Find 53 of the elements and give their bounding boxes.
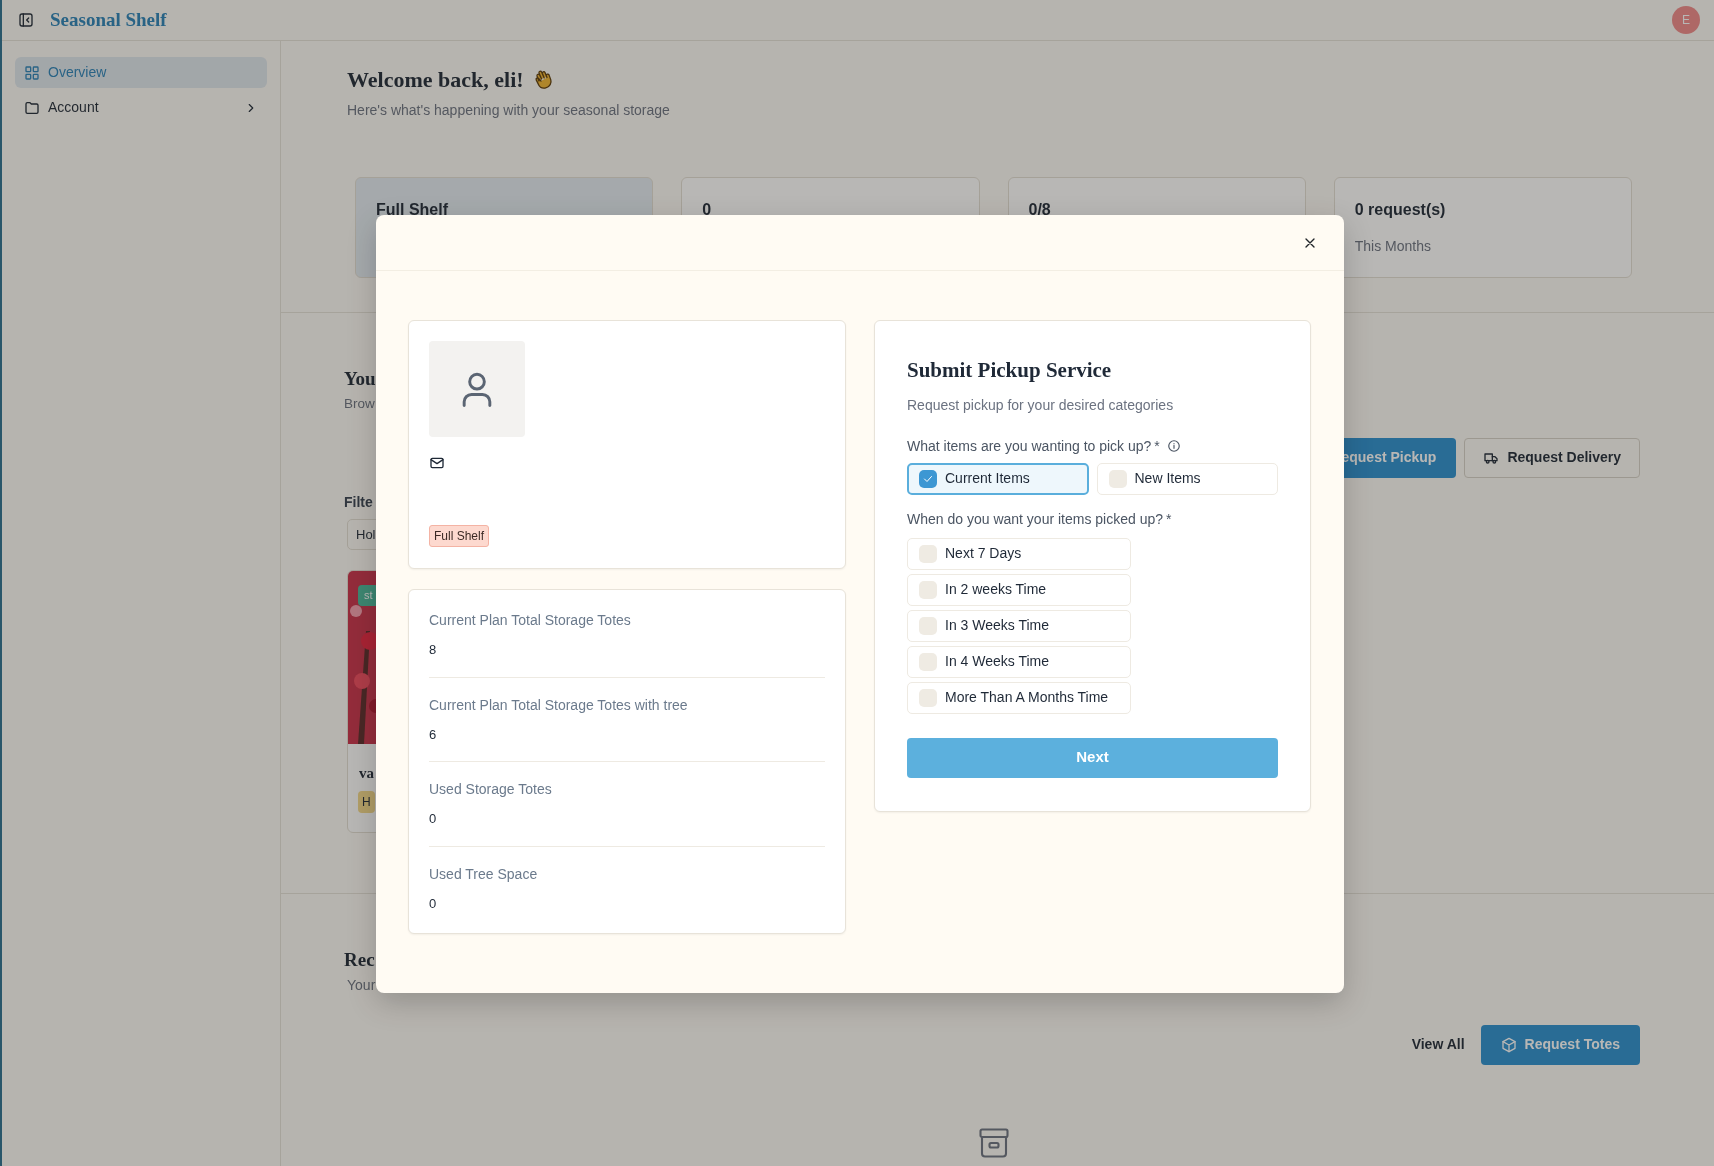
checkbox[interactable] [919,544,937,563]
stat-label: Used Tree Space [429,864,539,884]
checkbox-option[interactable]: New Items [1096,462,1278,495]
filter-label: Filte [344,492,373,512]
plan-badge: Full Shelf [429,525,490,547]
stat-value: 6 [429,725,438,744]
box-icon [1500,1036,1517,1053]
category-tag: H [358,790,375,813]
stat-value: 0 [702,200,713,220]
stat-value: 8 [429,641,438,659]
section-heading: You [344,367,376,391]
form-title: Submit Pickup Service [907,357,1113,384]
grid-icon [24,64,40,81]
checkbox[interactable] [919,652,937,671]
checkbox-option[interactable]: Current Items [907,462,1089,495]
section-heading: Rec [344,948,375,972]
view-all-link[interactable]: View All [1403,1024,1473,1065]
checkbox-option[interactable]: Next 7 Days [907,537,1131,570]
stat-label: Current Plan Total Storage Totes with tree [429,695,689,715]
question-label: What items are you wanting to pick up? [907,436,1152,456]
stat-label: Used Storage Totes [429,780,553,799]
checkbox-option[interactable]: In 3 Weeks Time [907,609,1131,642]
item-title: va [359,764,374,784]
status-tag: st [358,585,379,606]
mail-icon [429,455,445,471]
action-button[interactable]: Request Delivery [1464,437,1640,478]
checkbox[interactable] [919,688,937,707]
stat-value: 0/8 [1028,200,1052,220]
checkbox[interactable] [919,616,937,635]
sidebar-item[interactable]: Account [15,92,267,123]
checkbox-option[interactable]: In 4 Weeks Time [907,645,1131,678]
stat-label: Current Plan Total Storage Totes [429,611,632,630]
required-mark: * [1154,436,1160,456]
stat-value: Full Shelf [376,200,449,220]
stat-value: 0 [429,810,438,828]
brand-name: Seasonal Shelf [50,7,167,32]
required-mark: * [1166,509,1172,529]
section-subtitle: Your [347,975,376,995]
stat-caption: This Months [1354,237,1431,256]
welcome-heading: Welcome back, eli! [347,66,524,94]
welcome-subtitle: Here's what's happening with your seasonal storage [347,101,670,120]
question-label: When do you want your items picked up? [907,509,1164,529]
sidebar-toggle-icon[interactable] [18,12,34,28]
checkbox-option[interactable]: In 2 weeks Time [907,573,1131,606]
checkbox[interactable] [1108,469,1127,488]
form-subtitle: Request pickup for your desired categories [907,395,1174,415]
folder-icon [24,99,40,116]
section-subtitle: Brow [344,394,375,413]
checkbox[interactable] [919,469,937,488]
stat-value: 0 [429,894,438,913]
stat-value: 0 request(s) [1354,200,1447,220]
checkbox[interactable] [919,580,937,599]
checkbox-option[interactable]: More Than A Months Time [907,681,1131,714]
